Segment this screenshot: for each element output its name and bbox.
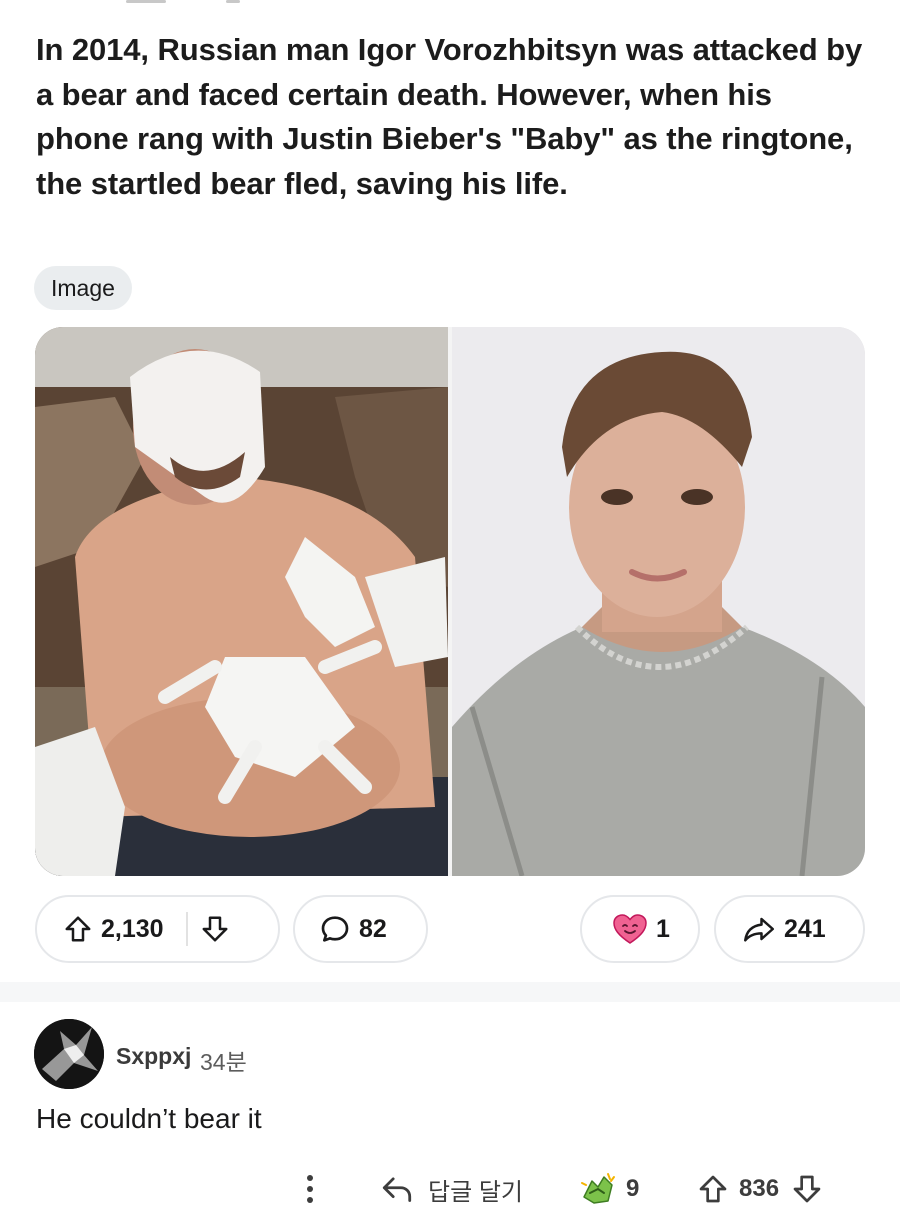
downvote-arrow-icon[interactable]	[200, 914, 230, 944]
previous-content-fragment	[36, 0, 276, 6]
upvote-arrow-icon[interactable]	[63, 914, 93, 944]
heart-award-icon	[612, 913, 648, 945]
post-vote-group: 2,130	[35, 895, 280, 963]
comment-vote-group: 836	[697, 1165, 823, 1213]
comment-body: He couldn’t bear it	[36, 1103, 262, 1134]
reply-button[interactable]: 답글 달기	[380, 1165, 523, 1213]
comment-author[interactable]: Sxppxj	[116, 1043, 191, 1070]
reply-label: 답글 달기	[428, 1178, 523, 1206]
vertical-dots-icon	[306, 1174, 314, 1204]
injured-man-photo	[35, 327, 448, 876]
downvote-arrow-icon[interactable]	[791, 1173, 823, 1205]
comment-timestamp: 34분	[200, 1049, 247, 1075]
comment-action-bar: 답글 달기 9 836	[0, 1165, 900, 1217]
justin-bieber-photo	[452, 327, 865, 876]
post-title: In 2014, Russian man Igor Vorozhbitsyn w…	[36, 32, 863, 201]
award-button[interactable]: 1	[580, 895, 700, 963]
share-count: 241	[784, 914, 826, 943]
section-divider	[0, 982, 900, 1002]
hands-award-icon	[578, 1171, 620, 1207]
comments-button[interactable]: 82	[293, 895, 428, 963]
speech-bubble-icon	[319, 913, 351, 945]
vote-separator	[185, 912, 188, 946]
share-arrow-icon	[742, 914, 776, 944]
reply-arrow-icon	[380, 1175, 414, 1203]
award-count: 1	[656, 914, 670, 943]
comment-count: 82	[359, 914, 387, 943]
post-flair[interactable]: Image	[34, 266, 132, 310]
more-options-button[interactable]	[296, 1165, 324, 1213]
share-button[interactable]: 241	[714, 895, 865, 963]
post-image-gallery[interactable]	[35, 327, 865, 876]
post-score: 2,130	[101, 914, 164, 943]
avatar[interactable]	[34, 1019, 104, 1089]
comment-award-count: 9	[626, 1175, 640, 1202]
comment-award-button[interactable]: 9	[578, 1165, 639, 1213]
comment-score: 836	[739, 1175, 780, 1202]
upvote-arrow-icon[interactable]	[697, 1173, 729, 1205]
